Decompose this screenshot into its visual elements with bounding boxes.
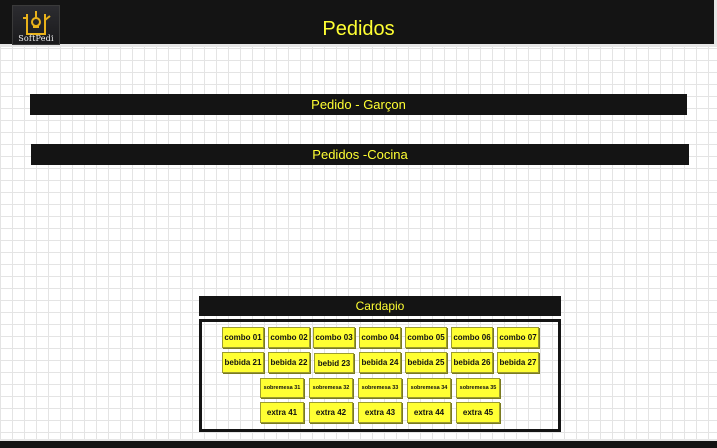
menu-button-combo-07[interactable]: combo 07 xyxy=(497,327,539,348)
menu-button-combo-01[interactable]: combo 01 xyxy=(222,327,264,348)
menu-button-bebida-24[interactable]: bebida 24 xyxy=(359,352,401,373)
page-title: Pedidos xyxy=(322,18,395,40)
menu-button-extra-42[interactable]: extra 42 xyxy=(309,402,353,423)
menu-button-bebida-25[interactable]: bebida 25 xyxy=(405,352,447,373)
menu-button-extra-41[interactable]: extra 41 xyxy=(260,402,304,423)
menu-button-sobremesa-34[interactable]: sobremesa 34 xyxy=(407,378,451,398)
menu-button-combo-06[interactable]: combo 06 xyxy=(451,327,493,348)
menu-button-sobremesa-35[interactable]: sobremesa 35 xyxy=(456,378,500,398)
menu-button-bebida-22[interactable]: bebida 22 xyxy=(268,352,310,373)
menu-button-bebida-26[interactable]: bebida 26 xyxy=(451,352,493,373)
menu-button-sobremesa-32[interactable]: sobremesa 32 xyxy=(309,378,353,398)
section-header-cardapio: Cardapio xyxy=(199,296,561,316)
menu-button-bebida-23[interactable]: bebid 23 xyxy=(314,353,354,373)
menu-button-combo-03[interactable]: combo 03 xyxy=(313,327,355,348)
menu-button-extra-43[interactable]: extra 43 xyxy=(358,402,402,423)
menu-button-combo-05[interactable]: combo 05 xyxy=(405,327,447,348)
menu-button-sobremesa-31[interactable]: sobremesa 31 xyxy=(260,378,304,398)
menu-button-combo-02[interactable]: combo 02 xyxy=(268,327,310,348)
menu-button-combo-04[interactable]: combo 04 xyxy=(359,327,401,348)
footer-bar xyxy=(0,439,717,448)
menu-button-extra-45[interactable]: extra 45 xyxy=(456,402,500,423)
section-header-cocina: Pedidos -Cocina xyxy=(31,144,689,165)
app-header: SoftPedi Pedidos xyxy=(0,0,717,47)
menu-button-bebida-21[interactable]: bebida 21 xyxy=(222,352,264,373)
menu-button-extra-44[interactable]: extra 44 xyxy=(407,402,451,423)
menu-button-bebida-27[interactable]: bebida 27 xyxy=(497,352,539,373)
menu-button-sobremesa-33[interactable]: sobremesa 33 xyxy=(358,378,402,398)
section-header-garcon: Pedido - Garçon xyxy=(30,94,687,115)
